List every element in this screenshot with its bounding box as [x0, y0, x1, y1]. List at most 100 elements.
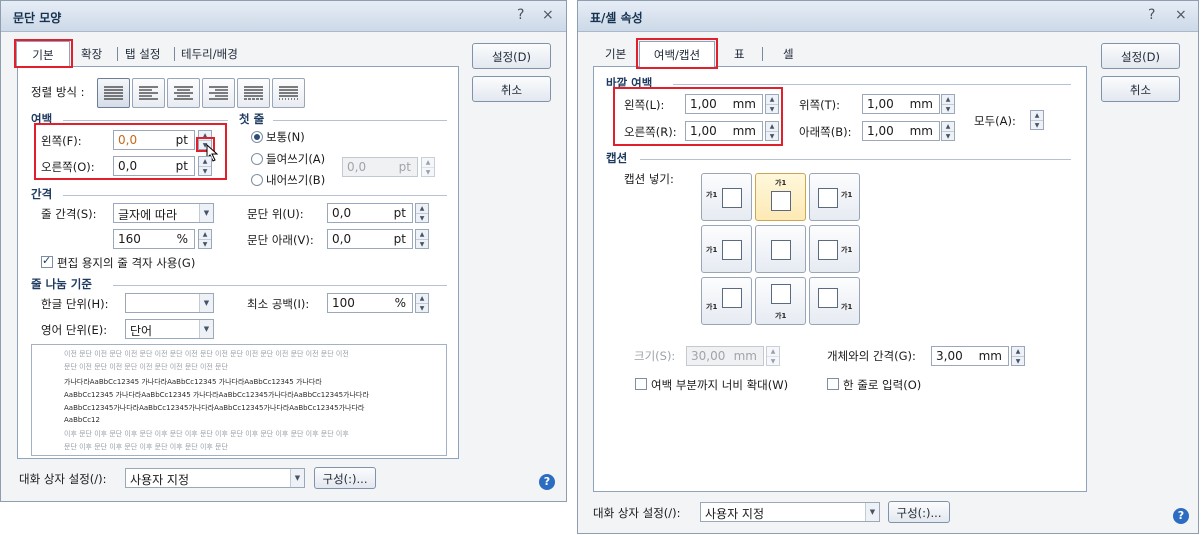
first-line-indent-radio[interactable] [251, 153, 263, 165]
spin-up-icon[interactable]: ▲ [1012, 347, 1024, 356]
paragraph-shape-dialog: 문단 모양 ? × 기본 확장 탭 설정 테두리/배경 정렬 방식 : 여백 왼… [0, 0, 567, 502]
grid-checkbox-label: 편집 용지의 줄 격자 사용(G) [57, 256, 196, 270]
expand-width-label: 여백 부분까지 너비 확대(W) [651, 378, 789, 392]
space-above-spinner[interactable]: ▲ ▼ [415, 203, 429, 223]
first-line-outdent-radio[interactable] [251, 174, 263, 186]
tab-cell[interactable]: 셀 [783, 46, 794, 62]
align-distribute-button[interactable] [237, 78, 270, 108]
first-line-spinner[interactable]: ▲ ▼ [421, 157, 435, 177]
chevron-down-icon[interactable]: ▼ [199, 294, 213, 312]
help-icon[interactable]: ? [539, 474, 555, 490]
spin-down-icon[interactable]: ▼ [767, 356, 779, 365]
close-icon[interactable]: × [1175, 7, 1187, 23]
caption-top-right-button[interactable]: 가1 [809, 173, 860, 221]
caption-size-spinner[interactable]: ▲ ▼ [766, 346, 780, 366]
caption-bottom-left-button[interactable]: 가1 [701, 277, 752, 325]
margin-bottom-spinner[interactable]: ▲ ▼ [941, 121, 955, 141]
margin-top-input[interactable]: 1,00 mm [862, 94, 940, 114]
align-justify-button[interactable] [97, 78, 130, 108]
tab-tab-settings[interactable]: 탭 설정 [125, 46, 160, 62]
ok-button[interactable]: 설정(D) [1101, 43, 1180, 69]
margin-bottom-input[interactable]: 1,00 mm [862, 121, 940, 141]
spin-up-icon[interactable]: ▲ [767, 347, 779, 356]
align-right-button[interactable] [202, 78, 235, 108]
help-icon[interactable]: ? [517, 7, 524, 23]
caption-gap-label: 개체와의 간격(G): [827, 349, 916, 363]
expand-width-checkbox[interactable] [635, 378, 647, 390]
cancel-button[interactable]: 취소 [472, 76, 551, 102]
table-icon [818, 288, 838, 308]
align-left-button[interactable] [132, 78, 165, 108]
spin-up-icon[interactable]: ▲ [416, 204, 428, 213]
caption-gap-input[interactable]: 3,00 mm [931, 346, 1009, 366]
spin-down-icon[interactable]: ▼ [416, 303, 428, 312]
caption-bottom-center-button[interactable]: 가1 [755, 277, 806, 325]
group-line [273, 120, 447, 121]
spin-down-icon[interactable]: ▼ [416, 239, 428, 248]
align-divide-button[interactable] [272, 78, 305, 108]
table-icon [722, 240, 742, 260]
caption-bottom-right-button[interactable]: 가1 [809, 277, 860, 325]
caption-top-left-button[interactable]: 가1 [701, 173, 752, 221]
grid-checkbox[interactable] [41, 254, 53, 268]
chevron-down-icon[interactable]: ▼ [199, 320, 213, 338]
spin-down-icon[interactable]: ▼ [422, 167, 434, 176]
hangul-unit-select[interactable]: ▼ [125, 293, 214, 313]
spin-down-icon[interactable]: ▼ [942, 131, 954, 140]
space-below-spinner[interactable]: ▲ ▼ [415, 229, 429, 249]
caption-size-input[interactable]: 30,00 mm [686, 346, 764, 366]
tab-separator [174, 47, 175, 61]
caption-right-button[interactable]: 가1 [809, 225, 860, 273]
line-spacing-type-select[interactable]: 글자에 따라 ▼ [113, 203, 214, 223]
spin-down-icon[interactable]: ▼ [1012, 356, 1024, 365]
tab-basic[interactable]: 기본 [605, 46, 626, 62]
configure-button[interactable]: 구성(:)... [314, 467, 376, 489]
help-icon[interactable]: ? [1173, 508, 1189, 524]
tab-border-background[interactable]: 테두리/배경 [181, 46, 238, 62]
table-icon [722, 288, 742, 308]
margin-top-spinner[interactable]: ▲ ▼ [941, 94, 955, 114]
caption-left-button[interactable]: 가1 [701, 225, 752, 273]
line-spacing-spinner[interactable]: ▲ ▼ [198, 229, 212, 249]
help-icon[interactable]: ? [1148, 7, 1155, 23]
spin-up-icon[interactable]: ▲ [416, 294, 428, 303]
spin-down-icon[interactable]: ▼ [199, 239, 211, 248]
spin-up-icon[interactable]: ▲ [199, 230, 211, 239]
chevron-down-icon[interactable]: ▼ [865, 503, 879, 521]
line-spacing-value-input[interactable]: 160 % [113, 229, 195, 249]
spin-up-icon[interactable]: ▲ [1031, 111, 1043, 120]
tab-table[interactable]: 표 [734, 46, 745, 62]
spin-down-icon[interactable]: ▼ [942, 104, 954, 113]
margin-all-spinner[interactable]: ▲ ▼ [1030, 110, 1044, 130]
english-unit-select[interactable]: 단어 ▼ [125, 319, 214, 339]
space-below-input[interactable]: 0,0 pt [327, 229, 413, 249]
chevron-down-icon[interactable]: ▼ [199, 204, 213, 222]
spin-down-icon[interactable]: ▼ [416, 213, 428, 222]
spin-up-icon[interactable]: ▲ [942, 122, 954, 131]
configure-button[interactable]: 구성(:)... [888, 501, 950, 523]
close-icon[interactable]: × [542, 7, 554, 23]
align-buttons [97, 78, 307, 108]
ok-button[interactable]: 설정(D) [472, 43, 551, 69]
caption-none-button[interactable] [755, 225, 806, 273]
min-space-spinner[interactable]: ▲ ▼ [415, 293, 429, 313]
cancel-button[interactable]: 취소 [1101, 76, 1180, 102]
min-space-input[interactable]: 100 % [327, 293, 413, 313]
dialog-settings-select[interactable]: 사용자 지정 ▼ [700, 502, 880, 522]
spin-up-icon[interactable]: ▲ [942, 95, 954, 104]
tab-extended[interactable]: 확장 [81, 46, 102, 62]
spin-up-icon[interactable]: ▲ [416, 230, 428, 239]
table-cell-properties-dialog: 표/셀 속성 ? × 기본 여백/캡션 표 셀 바깥 여백 왼쪽(L): 1,0… [577, 0, 1199, 534]
first-line-value-input[interactable]: 0,0 pt [342, 157, 418, 177]
one-line-checkbox[interactable] [827, 378, 839, 390]
chevron-down-icon[interactable]: ▼ [290, 469, 304, 487]
spin-down-icon[interactable]: ▼ [1031, 120, 1043, 129]
first-line-normal-radio[interactable] [251, 131, 263, 143]
space-above-input[interactable]: 0,0 pt [327, 203, 413, 223]
group-line [673, 84, 1071, 85]
dialog-settings-select[interactable]: 사용자 지정 ▼ [125, 468, 305, 488]
caption-gap-spinner[interactable]: ▲ ▼ [1011, 346, 1025, 366]
align-center-button[interactable] [167, 78, 200, 108]
spin-up-icon[interactable]: ▲ [422, 158, 434, 167]
caption-top-center-button[interactable]: 가1 [755, 173, 806, 221]
